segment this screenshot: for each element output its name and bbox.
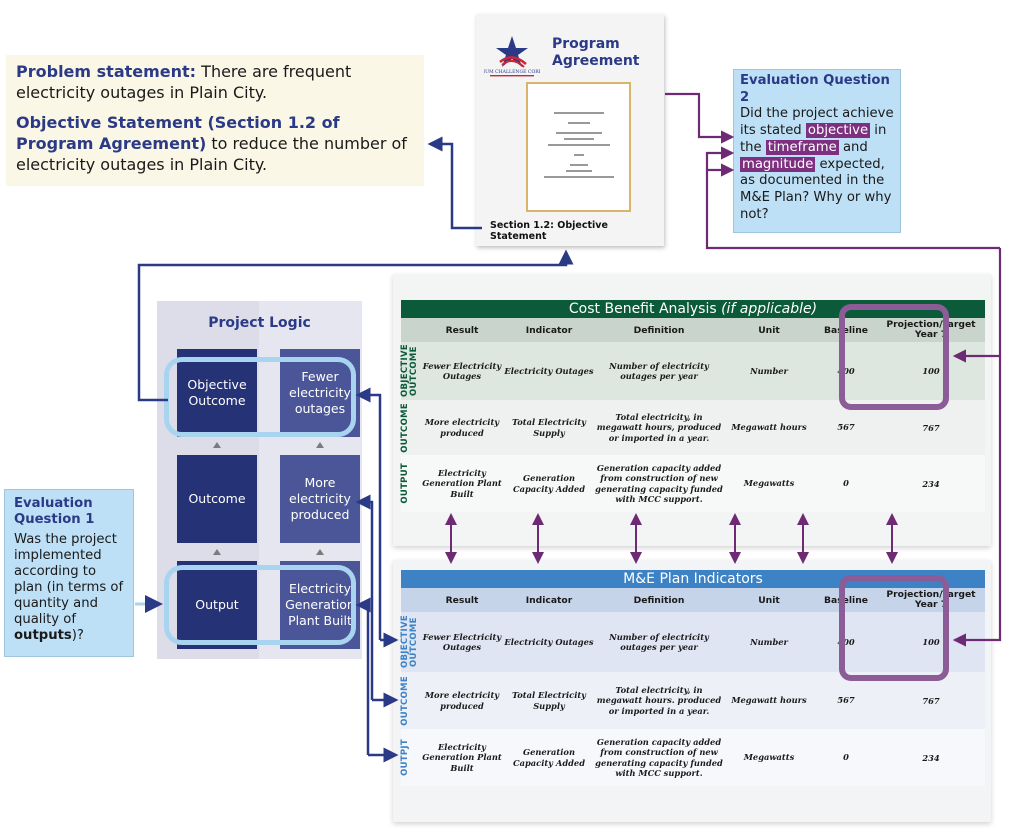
connector-arrows — [135, 92, 1002, 763]
arrows-to-eq2 — [665, 92, 1002, 647]
arrow-objective-to-agreement — [427, 136, 482, 230]
double-arrows-cba-to-me — [445, 513, 898, 564]
arrow-logic-to-agreement — [137, 249, 574, 402]
arrows-logic-to-me — [355, 387, 399, 763]
